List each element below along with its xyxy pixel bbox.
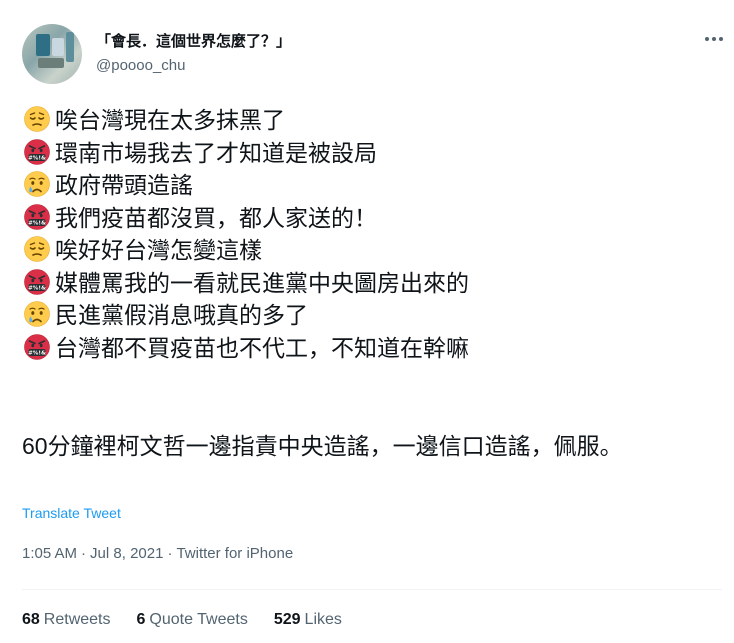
crying-face-icon: [22, 170, 54, 200]
likes-label: Likes: [304, 611, 342, 628]
more-dot-icon: [719, 37, 723, 41]
tweet-line: #%!& 環南市場我去了才知道是被設局: [22, 137, 722, 170]
quote-tweets-stat[interactable]: 6 Quote Tweets: [137, 611, 248, 629]
svg-text:#%!&: #%!&: [28, 155, 46, 161]
likes-count: 529: [273, 611, 301, 628]
svg-text:#%!&: #%!&: [28, 220, 46, 226]
separator: ·: [167, 545, 173, 562]
more-options-button[interactable]: [700, 28, 728, 50]
tweet-line-text: 唉台灣現在太多抹黑了: [55, 107, 285, 134]
svg-text:#%!&: #%!&: [28, 285, 46, 291]
user-handle[interactable]: @poooo_chu: [96, 57, 185, 74]
tweet-line-text: 環南市場我去了才知道是被設局: [55, 139, 377, 166]
quote-tweets-count: 6: [136, 611, 146, 628]
translate-tweet-link[interactable]: Translate Tweet: [22, 505, 121, 521]
face-with-symbols-on-mouth-icon: #%!&: [22, 268, 54, 298]
face-with-symbols-on-mouth-icon: #%!&: [22, 333, 54, 363]
tweet-line: 政府帶頭造謠: [22, 169, 722, 202]
divider: [22, 589, 722, 590]
tweet-line-text: 我們疫苗都沒買，都人家送的！: [55, 204, 377, 231]
display-name[interactable]: 「會長．這個世界怎麼了？」: [96, 30, 291, 51]
retweets-label: Retweets: [43, 611, 111, 628]
pensive-face-icon: [22, 105, 54, 135]
tweet-source[interactable]: Twitter for iPhone: [176, 545, 293, 562]
tweet-line: 唉好好台灣怎變這樣: [22, 234, 722, 267]
tweet-time[interactable]: 1:05 AM: [22, 545, 77, 562]
tweet-line: 民進黨假消息哦真的多了: [22, 299, 722, 332]
tweet-line: #%!& 我們疫苗都沒買，都人家送的！: [22, 202, 722, 235]
pensive-face-icon: [22, 235, 54, 265]
tweet-line-text: 唉好好台灣怎變這樣: [55, 237, 262, 264]
face-with-symbols-on-mouth-icon: #%!&: [22, 203, 54, 233]
tweet-line-text: 台灣都不買疫苗也不代工，不知道在幹嘛: [55, 334, 469, 361]
separator: ·: [81, 545, 87, 562]
svg-text:#%!&: #%!&: [28, 350, 46, 356]
tweet-paragraph: 60分鐘裡柯文哲一邊指責中央造謠，一邊信口造謠，佩服。: [22, 433, 623, 459]
tweet-line-text: 政府帶頭造謠: [55, 172, 193, 199]
tweet-line: #%!& 媒體罵我的一看就民進黨中央圖房出來的: [22, 267, 722, 300]
avatar[interactable]: [22, 24, 82, 84]
retweets-count: 68: [22, 611, 40, 628]
tweet-line-text: 民進黨假消息哦真的多了: [55, 302, 308, 329]
engagement-stats: 68 Retweets 6 Quote Tweets 529 Likes: [22, 611, 342, 629]
tweet-line: #%!& 台灣都不買疫苗也不代工，不知道在幹嘛: [22, 332, 722, 365]
more-dot-icon: [705, 37, 709, 41]
tweet-date[interactable]: Jul 8, 2021: [90, 545, 163, 562]
more-dot-icon: [712, 37, 716, 41]
tweet-metadata: 1:05 AM · Jul 8, 2021 · Twitter for iPhone: [22, 545, 293, 562]
crying-face-icon: [22, 300, 54, 330]
tweet: 「會長．這個世界怎麼了？」 @poooo_chu 唉台灣現在太多抹黑了 #%!& 環…: [0, 0, 734, 643]
face-with-symbols-on-mouth-icon: #%!&: [22, 138, 54, 168]
tweet-body: 唉台灣現在太多抹黑了 #%!& 環南市場我去了才知道是被設局 政府帶頭造謠 #%!& 我們…: [22, 104, 722, 364]
retweets-stat[interactable]: 68 Retweets: [22, 611, 111, 629]
tweet-line: 唉台灣現在太多抹黑了: [22, 104, 722, 137]
tweet-line-text: 媒體罵我的一看就民進黨中央圖房出來的: [55, 269, 469, 296]
likes-stat[interactable]: 529 Likes: [274, 611, 342, 629]
quote-tweets-label: Quote Tweets: [149, 611, 248, 628]
